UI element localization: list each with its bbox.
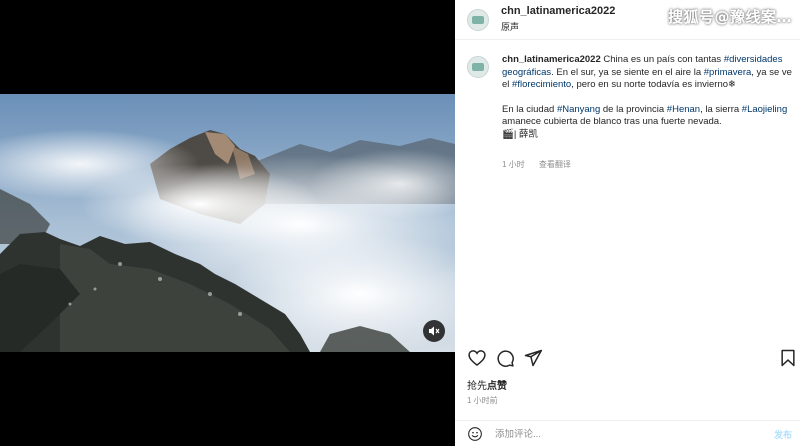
hashtag-link[interactable]: #florecimiento	[512, 79, 571, 90]
caption-credit: 🎬| 薛凯	[502, 128, 538, 140]
volume-mute-icon	[429, 326, 440, 336]
post-comment-button[interactable]: 发布	[774, 428, 792, 441]
audio-label[interactable]: 原声	[501, 20, 519, 33]
post-timestamp: 1 小时前	[467, 396, 498, 405]
caption-time: 1 小时	[502, 160, 525, 169]
watermark: 搜狐号@豫线案…	[668, 8, 793, 26]
caption-part: En la ciudad	[502, 103, 557, 115]
caption-part: . En el sur, ya se siente en el aire la	[551, 66, 704, 78]
post-panel: chn_latinamerica2022 原声 chn_latinamerica…	[455, 0, 800, 446]
mountain-video-frame	[0, 94, 455, 352]
caption-meta: 1 小时 查看翻译	[502, 159, 583, 170]
caption-username[interactable]: chn_latinamerica2022	[502, 54, 601, 65]
avatar[interactable]	[467, 9, 489, 31]
caption-part: China es un país con tantas	[603, 54, 724, 65]
video-player[interactable]	[0, 94, 455, 352]
translate-link[interactable]: 查看翻译	[539, 160, 571, 169]
caption-avatar[interactable]	[467, 56, 489, 78]
caption-part: , la sierra	[700, 103, 742, 115]
comment-icon[interactable]	[495, 348, 515, 368]
send-icon[interactable]	[523, 348, 543, 368]
post-username[interactable]: chn_latinamerica2022	[501, 5, 615, 17]
media-pane	[0, 0, 455, 446]
comment-input[interactable]	[495, 426, 755, 442]
bookmark-icon[interactable]	[778, 348, 798, 368]
hashtag-link[interactable]: #primavera	[704, 67, 752, 78]
caption-text: chn_latinamerica2022 China es un país co…	[502, 54, 792, 141]
action-bar	[455, 344, 800, 372]
likes-text: 抢先点赞	[467, 377, 507, 392]
comment-bar: 发布	[455, 420, 800, 446]
heart-icon[interactable]	[467, 348, 487, 368]
like-link[interactable]: 点赞	[487, 381, 507, 392]
caption-part: amanece cubierta de blanco tras una fuer…	[502, 116, 722, 127]
likes-prefix: 抢先	[467, 381, 487, 392]
caption-part: de la provincia	[600, 103, 667, 115]
hashtag-link[interactable]: #Laojieling	[742, 104, 787, 115]
mute-button[interactable]	[423, 320, 445, 342]
emoji-icon[interactable]	[467, 426, 483, 442]
hashtag-link[interactable]: #Nanyang	[557, 104, 600, 115]
caption-part: , pero en su norte todavía es invierno❄	[571, 79, 736, 90]
hashtag-link[interactable]: #Henan	[667, 104, 700, 115]
